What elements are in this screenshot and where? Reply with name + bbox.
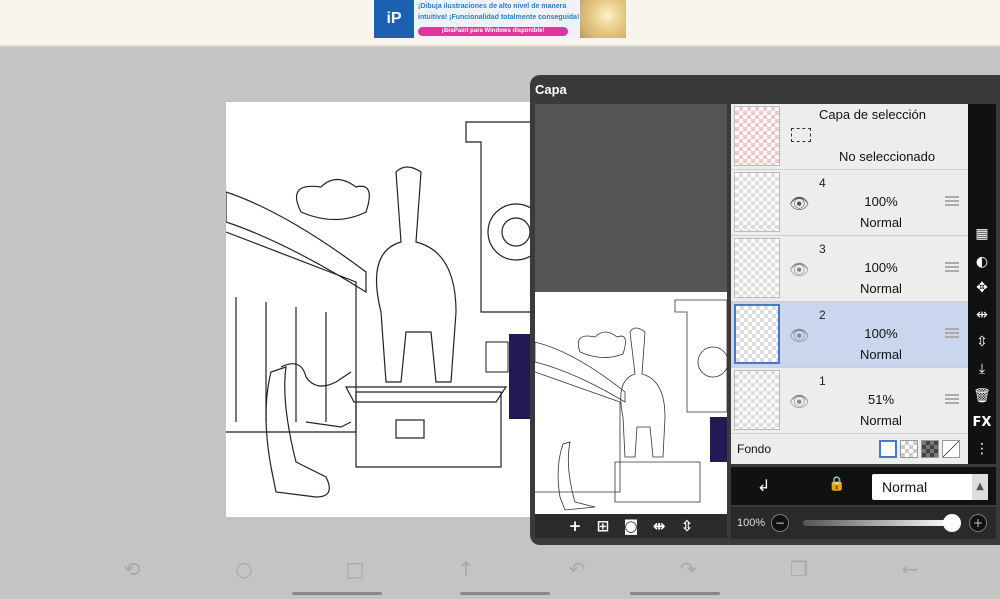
system-nav-bar (0, 588, 1000, 599)
ad-line-1: ¡Dibuja ilustraciones de alto nivel de m… (418, 3, 567, 10)
checkerboard-icon[interactable]: ▦ (968, 226, 996, 242)
eye-icon[interactable]: 👁 (789, 392, 809, 411)
layer-thumbnail (734, 172, 780, 232)
duplicate-layer-icon[interactable]: ⊞ (593, 517, 613, 535)
background-layer-row[interactable]: Fondo (731, 434, 968, 464)
merge-down-icon[interactable]: ⤓ (968, 361, 996, 377)
layers-icon[interactable]: ❐ (786, 556, 812, 582)
selection-layer-row[interactable]: Capa de selección No seleccionado (731, 104, 968, 170)
drag-handle-icon[interactable] (945, 262, 959, 272)
selection-layer-status: No seleccionado (839, 149, 936, 164)
layer-blend-mode: Normal (860, 413, 902, 428)
back-arrow-icon[interactable]: ← (897, 556, 923, 582)
layer-opacity: 100% (864, 260, 898, 275)
bottom-toolbar: ⟲ ○ □ ↑ ↶ ↷ ❐ ← (0, 548, 1000, 588)
invert-icon[interactable]: ◐ (968, 254, 996, 270)
opacity-row: 100% − + (731, 507, 996, 539)
background-transparent-swatch[interactable] (900, 440, 918, 458)
drawing-canvas[interactable] (225, 102, 545, 517)
opacity-decrease-button[interactable]: − (771, 514, 789, 532)
transform-icon[interactable]: ⟲ (119, 556, 145, 582)
more-options-icon[interactable]: ⋮ (968, 441, 996, 457)
layer-number: 4 (819, 176, 826, 190)
ad-banner[interactable]: iP ¡Dibuja ilustraciones de alto nivel d… (374, 0, 626, 38)
drag-handle-icon[interactable] (945, 328, 959, 338)
layer-row-2[interactable]: 2 👁 100% Normal (731, 302, 968, 368)
layer-number: 1 (819, 374, 826, 388)
nav-indicator (460, 592, 550, 595)
opacity-slider-knob[interactable] (943, 514, 961, 532)
layer-tools-sidebar: ▦ ◐ ✥ ⇹ ⇳ ⤓ 🗑 FX ⋮ (968, 104, 996, 464)
alpha-lock-icon[interactable]: 🔒 (828, 476, 845, 492)
layer-thumbnail (734, 370, 780, 430)
selection-layer-thumbnail (734, 106, 780, 166)
layer-row-1[interactable]: 1 👁 51% Normal (731, 368, 968, 434)
top-ad-bar: iP ¡Dibuja ilustraciones de alto nivel d… (0, 0, 1000, 47)
opacity-slider[interactable] (803, 520, 953, 526)
ad-line-2: intuitiva! ¡Funcionalidad totalmente con… (418, 14, 580, 21)
layer-blend-mode: Normal (860, 215, 902, 230)
layer-opacity: 100% (864, 326, 898, 341)
layer-row-3[interactable]: 3 👁 100% Normal (731, 236, 968, 302)
color-square-icon[interactable]: □ (342, 556, 368, 582)
opacity-label: 100% (737, 517, 766, 529)
clipping-arrow-icon[interactable]: ↲ (757, 476, 770, 495)
layer-number: 3 (819, 242, 826, 256)
background-label: Fondo (737, 442, 772, 456)
flip-vertical-icon[interactable]: ⇳ (968, 334, 996, 350)
preview-toolbar: + ⊞ ◙ ⇹ ⇳ (535, 514, 727, 538)
ad-character-image (580, 0, 626, 38)
layer-opacity: 51% (867, 392, 895, 407)
layer-opacity: 100% (864, 194, 898, 209)
selection-rect-icon (791, 128, 811, 142)
brush-circle-icon[interactable]: ○ (231, 556, 257, 582)
layer-thumbnail (734, 304, 780, 364)
move-icon[interactable]: ✥ (968, 280, 996, 296)
canvas-preview[interactable] (534, 292, 729, 514)
eye-icon[interactable]: 👁 (789, 260, 809, 279)
drag-handle-icon[interactable] (945, 196, 959, 206)
nav-indicator (292, 592, 382, 595)
background-none-swatch[interactable] (942, 440, 960, 458)
layer-thumbnail (734, 238, 780, 298)
layer-blend-mode: Normal (860, 347, 902, 362)
layer-row-4[interactable]: 4 👁 100% Normal (731, 170, 968, 236)
background-dark-swatch[interactable] (921, 440, 939, 458)
ibispaint-logo: iP (374, 0, 414, 38)
opacity-increase-button[interactable]: + (969, 514, 987, 532)
eye-icon[interactable]: 👁 (789, 326, 809, 345)
fx-button[interactable]: FX (968, 415, 996, 430)
layer-blend-mode: Normal (860, 281, 902, 296)
layer-list: Capa de selección No seleccionado 4 👁 10… (731, 104, 968, 464)
flip-horizontal-icon[interactable]: ⇹ (649, 517, 669, 535)
layer-number: 2 (819, 308, 826, 322)
nav-indicator (630, 592, 720, 595)
dropdown-arrow-icon: ▲ (972, 474, 988, 500)
arrow-up-icon[interactable]: ↑ (453, 556, 479, 582)
layer-panel-title: Capa (535, 82, 567, 97)
selection-layer-title: Capa de selección (819, 107, 926, 122)
flip-horizontal-icon[interactable]: ⇹ (968, 307, 996, 323)
redo-icon[interactable]: ↷ (675, 556, 701, 582)
trash-icon[interactable]: 🗑 (968, 388, 996, 404)
add-layer-icon[interactable]: + (565, 517, 585, 535)
ad-cta[interactable]: ¡ibisPaint para Windows disponible! (418, 27, 568, 36)
eye-icon[interactable]: 👁 (789, 194, 809, 213)
blend-mode-select[interactable]: Normal ▲ (872, 474, 988, 500)
preview-drawing (534, 299, 729, 511)
camera-icon[interactable]: ◙ (621, 517, 641, 535)
background-white-swatch[interactable] (879, 440, 897, 458)
blend-mode-value: Normal (882, 479, 928, 495)
line-art-drawing (225, 121, 545, 498)
drag-handle-icon[interactable] (945, 394, 959, 404)
undo-icon[interactable]: ↶ (564, 556, 590, 582)
flip-vertical-icon[interactable]: ⇳ (677, 517, 697, 535)
